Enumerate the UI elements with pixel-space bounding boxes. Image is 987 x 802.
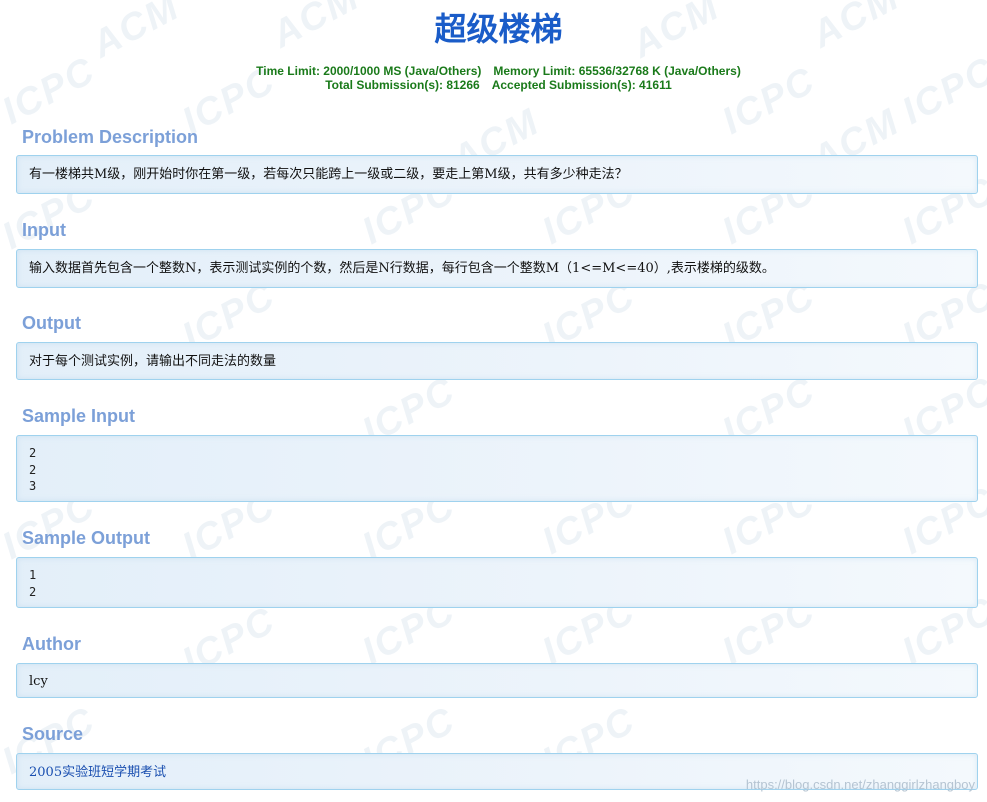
panel-author: lcy <box>16 663 978 698</box>
problem-title: 超级楼梯 <box>434 11 563 47</box>
panel-description: 有一楼梯共M级，刚开始时你在第一级，若每次只能跨上一级或二级，要走上第M级，共有… <box>16 155 978 194</box>
section-title-output: Output <box>22 313 81 333</box>
section-title-sample-input: Sample Input <box>22 406 136 426</box>
section-title-author: Author <box>22 634 81 654</box>
accepted-submissions: Accepted Submission(s): 41611 <box>491 78 672 92</box>
blog-watermark-url: https://blog.csdn.net/zhanggirlzhangboy <box>745 777 975 792</box>
panel-sample-output: 1 2 <box>16 557 978 608</box>
memory-limit: Memory Limit: 65536/32768 K (Java/Others… <box>493 64 741 78</box>
section-title-sample-output: Sample Output <box>22 528 151 548</box>
description-text: 有一楼梯共M级，刚开始时你在第一级，若每次只能跨上一级或二级，要走上第M级，共有… <box>29 167 628 182</box>
sample-output-code: 1 2 <box>29 568 37 599</box>
input-text: 输入数据首先包含一个整数N，表示测试实例的个数，然后是N行数据，每行包含一个整数… <box>29 261 775 276</box>
panel-input: 输入数据首先包含一个整数N，表示测试实例的个数，然后是N行数据，每行包含一个整数… <box>16 249 978 288</box>
output-text: 对于每个测试实例，请输出不同走法的数量 <box>29 354 277 369</box>
panel-sample-input: 2 2 3 <box>16 435 978 502</box>
section-title-input: Input <box>22 220 66 240</box>
sample-input-code: 2 2 3 <box>29 446 37 493</box>
section-title-description: Problem Description <box>22 127 199 147</box>
section-title-source: Source <box>22 724 84 744</box>
author-text: lcy <box>29 674 48 689</box>
panel-output: 对于每个测试实例，请输出不同走法的数量 <box>16 342 978 380</box>
total-submissions: Total Submission(s): 81266 <box>325 78 480 92</box>
problem-limits: Time Limit: 2000/1000 MS (Java/Others) Me… <box>0 64 987 92</box>
time-limit: Time Limit: 2000/1000 MS (Java/Others) <box>256 64 482 78</box>
